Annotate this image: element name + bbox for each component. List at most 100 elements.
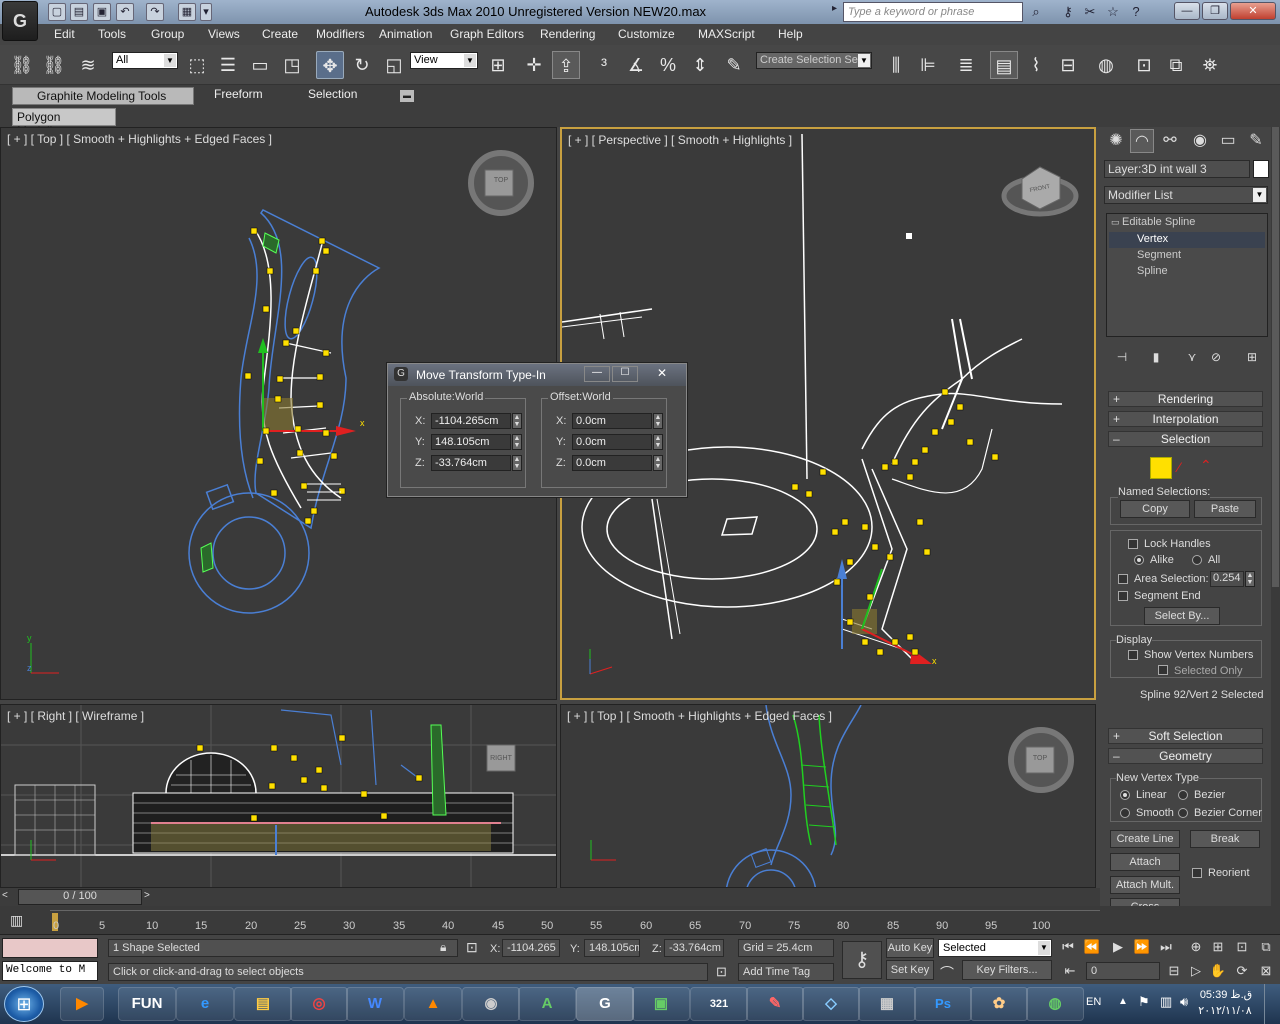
- menu-create[interactable]: Create: [262, 27, 298, 41]
- taskbar-3dsmax-icon[interactable]: G: [576, 987, 634, 1021]
- viewcube-top[interactable]: TOP: [487, 177, 515, 184]
- viewport-label-top-2[interactable]: [ + ] [ Top ] [ Smooth + Highlights + Ed…: [567, 709, 832, 723]
- rollout-interpolation[interactable]: + Interpolation: [1108, 411, 1263, 427]
- area-selection-spinner[interactable]: ▲ ▼: [1245, 571, 1255, 587]
- show-vertex-numbers-checkbox[interactable]: [1128, 650, 1138, 660]
- abs-y-spinner[interactable]: ▲ ▼: [512, 434, 522, 450]
- time-next-icon[interactable]: >: [144, 890, 156, 904]
- motion-panel-icon[interactable]: ◉: [1188, 129, 1212, 153]
- off-y-spinner[interactable]: ▲ ▼: [653, 434, 663, 450]
- clock-date[interactable]: ۲۰۱۲/۱۱/۰۸: [1190, 1004, 1260, 1017]
- mirror-icon[interactable]: ⫼: [882, 51, 910, 79]
- maximize-viewport-icon[interactable]: ⊠: [1256, 962, 1276, 980]
- alike-radio[interactable]: [1134, 555, 1144, 565]
- zoom-all-icon[interactable]: ⊞: [1208, 938, 1228, 956]
- select-and-move-icon[interactable]: ✥: [316, 51, 344, 79]
- graphite-toggle-icon[interactable]: ▤: [990, 51, 1018, 79]
- area-selection-field[interactable]: 0.254: [1210, 571, 1244, 587]
- language-indicator[interactable]: EN: [1086, 996, 1101, 1008]
- align-icon[interactable]: ⊫: [914, 51, 942, 79]
- taskbar-autocad-icon[interactable]: A: [518, 987, 576, 1021]
- menu-maxscript[interactable]: MAXScript: [698, 27, 755, 41]
- percent-snap-icon[interactable]: %: [654, 51, 682, 79]
- redo-icon[interactable]: ↷: [146, 3, 164, 21]
- dialog-maximize-button[interactable]: ☐: [612, 366, 638, 382]
- render-production-icon[interactable]: ⛯: [1196, 51, 1224, 79]
- taskbar-media-player-icon[interactable]: ▶: [60, 987, 104, 1021]
- project-folder-icon[interactable]: ▦: [178, 3, 196, 21]
- taskbar-calculator-icon[interactable]: ▦: [858, 987, 916, 1021]
- create-line-button[interactable]: Create Line: [1110, 830, 1180, 848]
- current-frame-field[interactable]: 0: [1086, 962, 1160, 980]
- taskbar-explorer-icon[interactable]: ▤: [234, 987, 292, 1021]
- tray-flag-icon[interactable]: ⚑: [1138, 994, 1150, 1010]
- auto-key-button[interactable]: Auto Key: [886, 938, 934, 958]
- lock-handles-checkbox[interactable]: [1128, 539, 1138, 549]
- tools-icon[interactable]: ✂: [1080, 3, 1100, 21]
- clock-time[interactable]: 05:39 ق.ظ: [1196, 988, 1256, 1001]
- menu-views[interactable]: Views: [208, 27, 240, 41]
- abs-z-field[interactable]: -33.764cm: [431, 455, 511, 471]
- stack-editable-spline[interactable]: ▭ Editable Spline: [1111, 216, 1195, 228]
- go-to-end-icon[interactable]: ⏭: [1156, 938, 1176, 956]
- taskbar-photoshop-icon[interactable]: Ps: [914, 987, 972, 1021]
- search-expand-icon[interactable]: ▸: [832, 3, 842, 21]
- select-object-icon[interactable]: ⬚: [183, 51, 211, 79]
- link-icon[interactable]: ⛓: [8, 51, 36, 79]
- app-logo-icon[interactable]: G: [2, 1, 38, 41]
- viewport-label-perspective[interactable]: [ + ] [ Perspective ] [ Smooth + Highlig…: [568, 133, 792, 147]
- bezier-radio[interactable]: [1178, 790, 1188, 800]
- key-icon[interactable]: ⚷: [1058, 3, 1078, 21]
- attach-mult-button[interactable]: Attach Mult.: [1110, 876, 1180, 894]
- save-icon[interactable]: ▣: [93, 3, 111, 21]
- menu-customize[interactable]: Customize: [618, 27, 675, 41]
- tab-graphite-modeling-tools[interactable]: Graphite Modeling Tools: [12, 87, 194, 105]
- viewport-label-right[interactable]: [ + ] [ Right ] [ Wireframe ]: [7, 709, 144, 723]
- stack-vertex[interactable]: Vertex: [1137, 233, 1168, 245]
- previous-frame-icon[interactable]: ⏪: [1082, 938, 1102, 956]
- spinner-snap-icon[interactable]: ⇕: [686, 51, 714, 79]
- key-selection-set-select[interactable]: Selected ▼: [938, 939, 1052, 957]
- off-x-spinner[interactable]: ▲ ▼: [653, 413, 663, 429]
- taskbar-monitor-icon[interactable]: ▣: [632, 987, 690, 1021]
- quick-access-dropdown-icon[interactable]: ▾: [200, 3, 212, 21]
- status-z-field[interactable]: -33.764cm: [664, 939, 724, 957]
- menu-group[interactable]: Group: [151, 27, 184, 41]
- status-x-field[interactable]: -1104.265: [502, 939, 560, 957]
- key-mode-toggle-icon[interactable]: ⇤: [1060, 962, 1080, 980]
- make-unique-icon[interactable]: ⋎: [1180, 345, 1204, 369]
- undo-icon[interactable]: ↶: [116, 3, 134, 21]
- rollout-soft-selection[interactable]: + Soft Selection: [1108, 728, 1263, 744]
- copy-button[interactable]: Copy: [1120, 500, 1190, 518]
- object-color-swatch[interactable]: [1253, 160, 1269, 178]
- abs-z-spinner[interactable]: ▲ ▼: [512, 455, 522, 471]
- abs-y-field[interactable]: 148.105cm: [431, 434, 511, 450]
- mini-curve-editor-icon[interactable]: ▥: [10, 912, 34, 928]
- menu-animation[interactable]: Animation: [379, 27, 432, 41]
- named-selection-select[interactable]: Create Selection Se ▼: [756, 52, 872, 69]
- default-tangent-icon[interactable]: ⌒: [940, 963, 954, 983]
- area-selection-checkbox[interactable]: [1118, 574, 1128, 584]
- viewport-right[interactable]: [ + ] [ Right ] [ Wireframe ] RIGHT: [0, 704, 557, 888]
- minimize-button[interactable]: —: [1174, 2, 1200, 20]
- add-time-tag-field[interactable]: Add Time Tag: [738, 963, 834, 981]
- tab-freeform[interactable]: Freeform: [214, 87, 263, 105]
- maxscript-mini-listener[interactable]: Welcome to M: [2, 961, 98, 981]
- stack-segment[interactable]: Segment: [1137, 249, 1181, 261]
- go-to-start-icon[interactable]: ⏮: [1058, 938, 1078, 956]
- rollout-geometry[interactable]: – Geometry: [1108, 748, 1263, 764]
- taskbar-earth-icon[interactable]: ◍: [1026, 987, 1084, 1021]
- vertex-mode-icon[interactable]: [1150, 457, 1172, 479]
- tray-volume-icon[interactable]: 🔊︎: [1180, 994, 1188, 1010]
- taskbar-word-icon[interactable]: W: [346, 987, 404, 1021]
- bezier-corner-radio[interactable]: [1178, 808, 1188, 818]
- off-x-field[interactable]: 0.0cm: [572, 413, 652, 429]
- set-keys-key-icon[interactable]: ⚷: [842, 941, 882, 979]
- menu-edit[interactable]: Edit: [54, 27, 75, 41]
- taskbar-glass-icon[interactable]: ◇: [802, 987, 860, 1021]
- show-end-result-icon[interactable]: ▮: [1144, 345, 1168, 369]
- material-editor-icon[interactable]: ◍: [1092, 51, 1120, 79]
- tray-expand-icon[interactable]: ▲: [1118, 996, 1128, 1007]
- maxscript-mini-listener-top[interactable]: [2, 938, 98, 958]
- rollout-rendering[interactable]: + Rendering: [1108, 391, 1263, 407]
